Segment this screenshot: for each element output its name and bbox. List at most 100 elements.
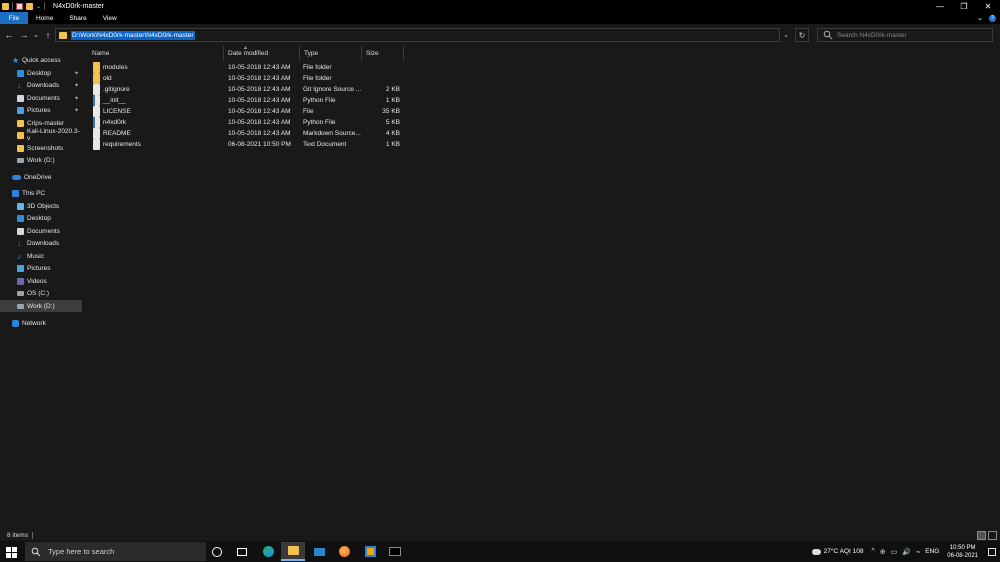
tab-home[interactable]: Home bbox=[28, 12, 61, 24]
pin-icon[interactable]: ✦ bbox=[74, 82, 79, 89]
show-hidden-icons-icon[interactable]: ^ bbox=[871, 548, 874, 555]
windows-logo-icon bbox=[5, 546, 11, 552]
clock-date: 06-08-2021 bbox=[947, 552, 978, 559]
file-explorer-icon bbox=[287, 546, 299, 555]
nav-kali-linux[interactable]: Kali-Linux-2020.3-v bbox=[0, 128, 82, 142]
nav-videos[interactable]: Videos bbox=[0, 275, 82, 287]
column-header-size[interactable]: Size bbox=[362, 46, 404, 60]
nav-work-drive[interactable]: Work (D:) bbox=[0, 300, 82, 312]
windows-logo-icon bbox=[11, 552, 17, 558]
pin-icon[interactable]: ✦ bbox=[74, 107, 79, 114]
location-icon[interactable]: ⊕ bbox=[880, 548, 886, 556]
onedrive-icon bbox=[12, 174, 21, 180]
column-header-date-modified[interactable]: Date modified bbox=[224, 46, 300, 60]
tab-file[interactable]: File bbox=[0, 12, 28, 24]
task-view-icon bbox=[237, 547, 247, 556]
file-name: .gitignore bbox=[103, 86, 130, 93]
virtualbox-icon bbox=[364, 546, 376, 557]
taskbar-edge[interactable] bbox=[256, 542, 280, 561]
nav-label: Downloads bbox=[27, 239, 60, 247]
column-header-name[interactable]: Name bbox=[88, 46, 224, 60]
file-row[interactable]: __init__ 10-05-2018 12:43 AM Python File… bbox=[88, 95, 408, 106]
battery-icon[interactable]: ▭ bbox=[891, 548, 898, 556]
details-view-button[interactable] bbox=[977, 531, 986, 540]
new-folder-icon[interactable] bbox=[26, 2, 33, 10]
taskbar-virtualbox[interactable] bbox=[358, 542, 382, 561]
language-indicator[interactable]: ENG bbox=[925, 548, 939, 555]
nav-downloads[interactable]: ↓ Downloads ✦ bbox=[0, 79, 82, 91]
search-box[interactable] bbox=[817, 28, 993, 42]
nav-network[interactable]: Network bbox=[0, 317, 82, 329]
up-button[interactable]: ↑ bbox=[42, 29, 54, 41]
file-row[interactable]: n4xd0rk 10-05-2018 12:43 AM Python File … bbox=[88, 117, 408, 128]
nav-downloads-pc[interactable]: ↓ Downloads bbox=[0, 237, 82, 249]
nav-3d-objects[interactable]: 3D Objects bbox=[0, 200, 82, 212]
maximize-button[interactable]: ❐ bbox=[952, 0, 976, 12]
file-row[interactable]: .gitignore 10-05-2018 12:43 AM Git Ignor… bbox=[88, 84, 408, 95]
nav-this-pc[interactable]: This PC bbox=[0, 187, 82, 199]
task-view-button[interactable] bbox=[230, 542, 254, 561]
pin-icon[interactable]: ✦ bbox=[74, 70, 79, 77]
file-row[interactable]: LICENSE 10-05-2018 12:43 AM File 35 KB bbox=[88, 106, 408, 117]
properties-icon[interactable] bbox=[16, 2, 23, 10]
clock[interactable]: 10:50 PM 06-08-2021 bbox=[947, 544, 978, 560]
file-list: ▲ Name Date modified Type Size modules 1… bbox=[88, 45, 1000, 530]
column-header-type[interactable]: Type bbox=[300, 46, 362, 60]
help-icon[interactable]: ? bbox=[989, 14, 996, 22]
expand-ribbon-icon[interactable]: ⌄ bbox=[977, 14, 983, 22]
cortana-button[interactable] bbox=[205, 542, 229, 561]
minimize-button[interactable]: — bbox=[928, 0, 952, 12]
nav-onedrive[interactable]: OneDrive bbox=[0, 171, 82, 183]
nav-screenshots[interactable]: Screenshots bbox=[0, 142, 82, 154]
windows-logo-icon bbox=[11, 546, 17, 552]
nav-os-drive[interactable]: OS (C:) bbox=[0, 287, 82, 299]
address-path[interactable]: D:\Work\N4xD0rk-master\N4xD0rk-master bbox=[71, 30, 195, 40]
close-button[interactable]: ✕ bbox=[976, 0, 1000, 12]
taskbar-firefox[interactable] bbox=[332, 542, 356, 561]
address-dropdown-button[interactable]: ⌄ bbox=[781, 29, 791, 41]
nav-documents-pc[interactable]: Documents bbox=[0, 225, 82, 237]
network-status-icon[interactable]: ⌁ bbox=[916, 548, 920, 556]
weather-widget[interactable]: 27°C AQI 108 bbox=[811, 548, 863, 555]
search-input[interactable] bbox=[837, 31, 987, 39]
customize-toolbar-icon[interactable]: ⌄ bbox=[36, 3, 41, 10]
back-button[interactable]: ← bbox=[3, 29, 15, 41]
tab-share[interactable]: Share bbox=[61, 12, 94, 24]
nav-pictures[interactable]: Pictures ✦ bbox=[0, 104, 82, 116]
file-row[interactable]: old 10-05-2018 12:43 AM File folder bbox=[88, 73, 408, 84]
nav-pictures-pc[interactable]: Pictures bbox=[0, 262, 82, 274]
nav-documents[interactable]: Documents ✦ bbox=[0, 92, 82, 104]
file-row[interactable]: README 10-05-2018 12:43 AM Markdown Sour… bbox=[88, 128, 408, 139]
pin-icon[interactable]: ✦ bbox=[74, 95, 79, 102]
taskbar-search[interactable]: Type here to search bbox=[25, 542, 206, 561]
start-button[interactable] bbox=[4, 545, 18, 559]
nav-label: Kali-Linux-2020.3-v bbox=[27, 128, 80, 142]
taskbar-mail[interactable] bbox=[307, 542, 331, 561]
nav-music[interactable]: ♪ Music bbox=[0, 250, 82, 262]
drive-icon bbox=[17, 290, 24, 296]
nav-desktop[interactable]: Desktop ✦ bbox=[0, 67, 82, 79]
tab-view[interactable]: View bbox=[95, 12, 125, 24]
taskbar-terminal[interactable] bbox=[383, 542, 407, 561]
search-icon bbox=[31, 547, 41, 556]
nav-label: This PC bbox=[22, 189, 46, 197]
nav-work-drive-quick[interactable]: Work (D:) bbox=[0, 154, 82, 166]
address-bar[interactable]: D:\Work\N4xD0rk-master\N4xD0rk-master bbox=[55, 28, 780, 42]
clock-time: 10:50 PM bbox=[949, 544, 976, 551]
file-row[interactable]: modules 10-05-2018 12:43 AM File folder bbox=[88, 62, 408, 73]
nav-desktop-pc[interactable]: Desktop bbox=[0, 212, 82, 224]
notification-icon[interactable] bbox=[988, 547, 996, 556]
large-icons-view-button[interactable] bbox=[988, 531, 997, 540]
file-type: File bbox=[303, 108, 314, 115]
file-name: __init__ bbox=[103, 97, 126, 104]
file-type: File folder bbox=[303, 64, 332, 71]
file-row[interactable]: requirements 06-08-2021 10:50 PM Text Do… bbox=[88, 139, 408, 150]
volume-icon[interactable]: 🔊 bbox=[902, 548, 911, 556]
nav-quick-access[interactable]: ★ Quick access bbox=[0, 54, 82, 66]
forward-button[interactable]: → bbox=[18, 29, 30, 41]
taskbar-file-explorer[interactable] bbox=[281, 542, 305, 561]
search-icon bbox=[823, 30, 833, 40]
star-icon: ★ bbox=[12, 55, 20, 65]
recent-locations-button[interactable]: ⌄ bbox=[30, 29, 42, 41]
refresh-button[interactable]: ↻ bbox=[795, 28, 809, 42]
